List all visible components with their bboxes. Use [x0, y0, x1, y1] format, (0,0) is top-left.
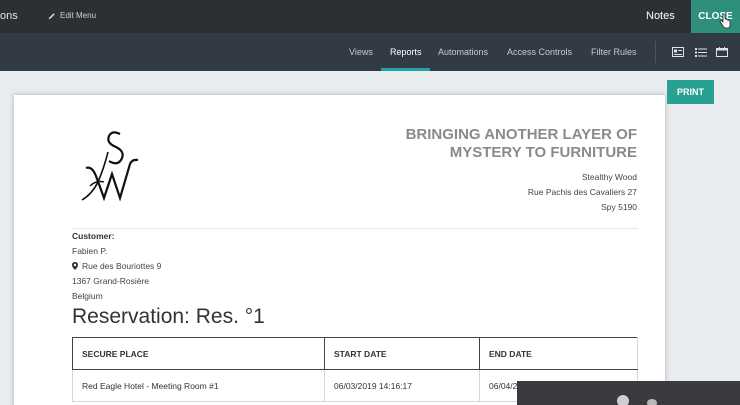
column-header-secure-place: SECURE PLACE: [72, 337, 325, 370]
app-menu-label[interactable]: ons: [0, 10, 18, 22]
customer-city: 1367 Grand-Rosière: [72, 276, 150, 286]
print-button[interactable]: PRINT: [667, 80, 714, 104]
video-figure: [617, 395, 629, 405]
tab-automations[interactable]: Automations: [438, 47, 488, 57]
tagline-line-1: BRINGING ANOTHER LAYER OF: [405, 126, 637, 143]
studio-nav-bar: Views Reports Automations Access Control…: [0, 33, 740, 71]
customer-country: Belgium: [72, 291, 103, 301]
tab-access-controls[interactable]: Access Controls: [507, 47, 572, 57]
list-view-icon[interactable]: [695, 47, 707, 57]
table-header-row: SECURE PLACE START DATE END DATE: [72, 337, 638, 370]
top-bar: ons Edit Menu Notes CLOSE: [0, 0, 740, 33]
report-tagline: BRINGING ANOTHER LAYER OF MYSTERY TO FUR…: [310, 126, 637, 162]
customer-name: Fabien P.: [72, 246, 108, 256]
tab-filter-rules[interactable]: Filter Rules: [591, 47, 637, 57]
close-button[interactable]: CLOSE: [691, 0, 740, 33]
tab-reports[interactable]: Reports: [390, 47, 422, 57]
notes-button[interactable]: Notes: [646, 10, 675, 22]
edit-menu-button[interactable]: Edit Menu: [48, 11, 96, 20]
customer-label: Customer:: [72, 231, 115, 241]
tagline-line-2: MYSTERY TO FURNITURE: [449, 144, 637, 161]
tab-views[interactable]: Views: [349, 47, 373, 57]
customer-street: Rue des Bouriottes 9: [82, 261, 162, 271]
edit-menu-label: Edit Menu: [60, 11, 97, 20]
column-header-end-date: END DATE: [479, 337, 638, 370]
calendar-view-icon[interactable]: [716, 47, 728, 57]
video-overlay: [517, 381, 740, 405]
hand-cursor-icon: [719, 14, 731, 29]
cell-start-date: 06/03/2019 14:16:17: [324, 369, 480, 402]
reservation-title: Reservation: Res. °1: [72, 305, 265, 328]
header-divider: [72, 228, 638, 229]
stealthy-wood-logo: [81, 131, 139, 202]
company-name: Stealthy Wood: [581, 172, 637, 182]
company-city: Spy 5190: [601, 202, 637, 212]
column-header-start-date: START DATE: [324, 337, 480, 370]
customer-street-line: Rue des Bouriottes 9: [72, 261, 161, 271]
video-figure-detail: [647, 399, 657, 405]
cell-secure-place: Red Eagle Hotel - Meeting Room #1: [72, 369, 325, 402]
nav-divider: [655, 41, 656, 63]
form-view-icon[interactable]: [672, 47, 684, 57]
map-marker-icon: [72, 262, 78, 270]
pencil-icon: [48, 12, 55, 19]
company-street: Rue Pachis des Cavaliers 27: [527, 187, 637, 197]
